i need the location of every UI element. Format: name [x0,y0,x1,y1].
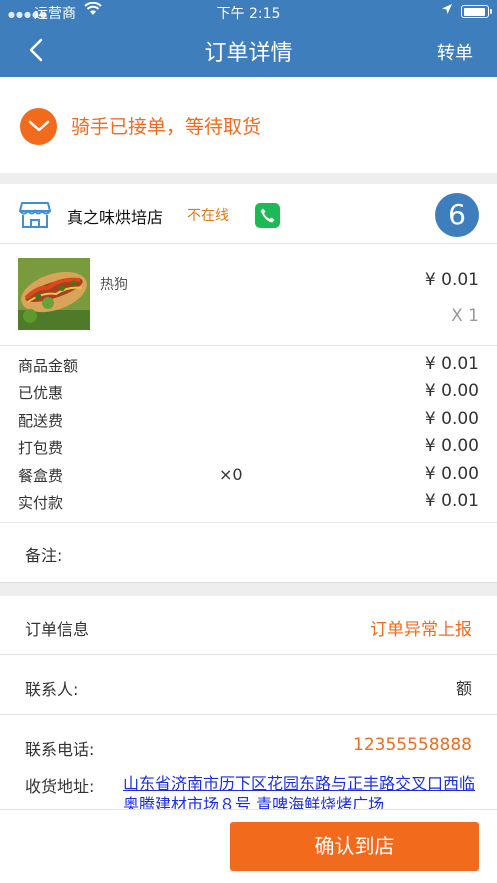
fee-value: ¥ 0.00 [424,464,479,484]
status-bar: ●●●●● 运营商 下午 2:15 [0,0,497,24]
contact-name-label: 联系人: [25,680,79,699]
bottom-action-bar: 确认到店 [0,810,497,883]
fee-row-delivery: 配送费 ¥ 0.00 [0,406,497,433]
meal-box-count: ×0 [219,465,243,484]
fee-label: 商品金额 [18,357,79,375]
contact-name-row: 联系人: 额 [0,656,497,715]
confirm-arrival-button[interactable]: 确认到店 [230,822,479,871]
report-exception-link[interactable]: 订单异常上报 [370,615,472,640]
fee-label: 配送费 [18,412,64,430]
product-image [18,258,90,330]
location-arrow-icon [441,3,453,19]
store-icon [18,200,52,234]
order-status-text: 骑手已接单，等待取货 [71,116,262,138]
product-price: ¥ 0.01 [424,270,479,290]
fee-row-packing: 打包费 ¥ 0.00 [0,433,497,460]
remark-row: 备注: [0,524,497,582]
fee-label: 实付款 [18,494,64,512]
navigation-bar: 订单详情 转单 [0,24,497,77]
fee-value: ¥ 0.01 [424,354,479,374]
product-name: 热狗 [100,277,128,293]
contact-name-value: 额 [455,679,472,698]
address-label: 收货地址: [25,777,95,796]
fee-label: 打包费 [18,439,64,457]
fee-label: 已优惠 [18,384,64,402]
address-link[interactable]: 山东省济南市历下区花园东路与正丰路交叉口西临奥腾建材市场８号 青啤海鲜烧烤广场 [123,773,475,809]
chevron-left-icon [29,38,43,62]
fee-row-discount: 已优惠 ¥ 0.00 [0,378,497,405]
contact-phone-link[interactable]: 12355558888 [353,735,472,755]
top-bar: ●●●●● 运营商 下午 2:15 订单详情 转单 [0,0,497,77]
store-row: 真之味烘培店 不在线 6 [0,184,497,244]
fee-value: ¥ 0.00 [424,436,479,456]
transfer-order-button[interactable]: 转单 [437,39,473,65]
order-status-banner: 骑手已接单，等待取货 [0,77,497,173]
address-row: 收货地址: 山东省济南市历下区花园东路与正丰路交叉口西临奥腾建材市场８号 青啤海… [0,773,497,810]
call-store-button[interactable] [255,203,280,228]
battery-icon [461,5,492,18]
store-name: 真之味烘培店 [67,208,164,227]
contact-phone-label: 联系电话: [25,740,95,759]
status-time: 下午 2:15 [216,6,281,22]
fee-value: ¥ 0.01 [424,491,479,511]
fee-row-total-paid: 实付款 ¥ 0.01 [0,488,497,515]
page-title: 订单详情 [204,41,293,66]
product-quantity: X 1 [451,306,479,326]
fee-label: 餐盒费 [18,467,64,485]
order-info-label: 订单信息 [25,620,90,639]
section-divider [0,173,497,184]
order-info-row: 订单信息 订单异常上报 [0,596,497,655]
order-number-badge: 6 [435,193,479,237]
store-online-status: 不在线 [187,208,229,224]
phone-icon [260,208,275,223]
contact-phone-row: 联系电话: 12355558888 [0,716,497,775]
remark-label: 备注: [25,546,63,565]
section-divider [0,582,497,596]
order-item: 热狗 ¥ 0.01 X 1 [0,245,497,346]
check-circle-icon [20,108,57,145]
fee-summary: 商品金额 ¥ 0.01 已优惠 ¥ 0.00 配送费 ¥ 0.00 打包费 ¥ … [0,347,497,523]
back-button[interactable] [26,36,48,64]
fee-value: ¥ 0.00 [424,409,479,429]
fee-row-goods: 商品金额 ¥ 0.01 [0,351,497,378]
fee-row-meal-box: 餐盒费 ×0 ¥ 0.00 [0,461,497,488]
fee-value: ¥ 0.00 [424,381,479,401]
